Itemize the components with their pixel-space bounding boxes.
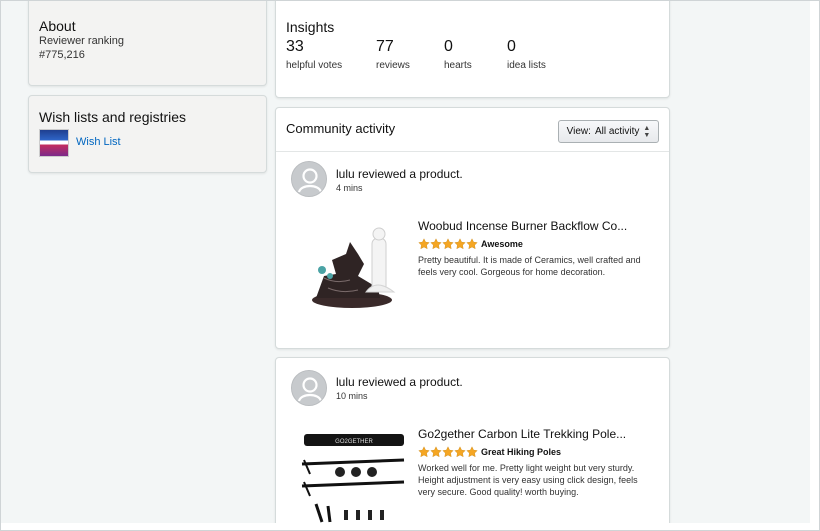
user-avatar-icon bbox=[292, 162, 326, 196]
avatar[interactable] bbox=[291, 370, 327, 406]
star-rating bbox=[418, 446, 478, 458]
stat-label: hearts bbox=[444, 60, 472, 71]
star-rating bbox=[418, 238, 478, 250]
community-activity-card: Community activity View: All activity ▲ ▼… bbox=[275, 107, 670, 349]
post-headline[interactable]: lulu reviewed a product. bbox=[336, 167, 463, 181]
insights-card: Insights 33 helpful votes 77 reviews 0 h… bbox=[275, 1, 670, 98]
post-time: 4 mins bbox=[336, 183, 363, 193]
about-card: About Reviewer ranking #775,216 bbox=[28, 1, 267, 86]
review-title[interactable]: Great Hiking Poles bbox=[481, 447, 561, 457]
stat-value: 0 bbox=[507, 38, 516, 55]
stat-reviews: 77 reviews bbox=[376, 38, 410, 71]
view-filter-dropdown[interactable]: View: All activity ▲ ▼ bbox=[558, 120, 659, 143]
stat-helpful-votes: 33 helpful votes bbox=[286, 38, 342, 71]
page-right-margin bbox=[810, 1, 819, 530]
wishlists-title: Wish lists and registries bbox=[39, 109, 187, 125]
star-icon bbox=[442, 446, 454, 458]
star-icon bbox=[430, 238, 442, 250]
stat-hearts: 0 hearts bbox=[444, 38, 472, 71]
product-title-link[interactable]: Go2gether Carbon Lite Trekking Pole... bbox=[418, 427, 648, 441]
community-title: Community activity bbox=[286, 121, 396, 136]
avatar[interactable] bbox=[291, 161, 327, 197]
about-title: About bbox=[39, 18, 76, 34]
reviewer-ranking-value: #775,216 bbox=[39, 49, 85, 61]
sort-caret-icon: ▲ ▼ bbox=[643, 124, 651, 139]
star-icon bbox=[466, 238, 478, 250]
review-title[interactable]: Awesome bbox=[481, 239, 523, 249]
stat-value: 0 bbox=[444, 38, 453, 55]
reviewer-ranking-label: Reviewer ranking bbox=[39, 35, 124, 47]
stat-value: 77 bbox=[376, 38, 394, 55]
divider bbox=[276, 151, 669, 152]
stat-value: 33 bbox=[286, 38, 304, 55]
star-icon bbox=[454, 446, 466, 458]
stat-label: helpful votes bbox=[286, 60, 343, 71]
post-time: 10 mins bbox=[336, 391, 368, 401]
star-icon bbox=[430, 446, 442, 458]
star-icon bbox=[466, 446, 478, 458]
stat-label: reviews bbox=[376, 60, 410, 71]
post-headline[interactable]: lulu reviewed a product. bbox=[336, 375, 463, 389]
insights-title: Insights bbox=[286, 19, 335, 35]
review-body: Pretty beautiful. It is made of Ceramics… bbox=[418, 255, 641, 277]
stat-idea-lists: 0 idea lists bbox=[507, 38, 546, 71]
view-value: All activity bbox=[594, 126, 640, 137]
wish-list-thumbnail[interactable] bbox=[39, 129, 69, 157]
star-icon bbox=[454, 238, 466, 250]
star-icon bbox=[442, 238, 454, 250]
view-label: View: bbox=[566, 126, 591, 137]
trekking-poles-image[interactable]: GO2GETHER bbox=[300, 430, 408, 526]
activity-post: lulu reviewed a product. 10 mins GO2GETH… bbox=[275, 357, 670, 530]
brand-text: GO2GETHER bbox=[335, 439, 373, 445]
product-title-link[interactable]: Woobud Incense Burner Backflow Co... bbox=[418, 219, 648, 233]
incense-burner-image[interactable] bbox=[306, 218, 404, 314]
wish-list-link[interactable]: Wish List bbox=[76, 136, 121, 148]
profile-page: About Reviewer ranking #775,216 Wish lis… bbox=[0, 0, 820, 531]
page-bottom-margin bbox=[1, 523, 819, 530]
star-icon bbox=[418, 446, 430, 458]
stat-label: idea lists bbox=[507, 60, 546, 71]
review-body: Worked well for me. Pretty light weight … bbox=[418, 463, 638, 497]
user-avatar-icon bbox=[292, 371, 326, 405]
wishlists-card: Wish lists and registries Wish List bbox=[28, 95, 267, 173]
star-icon bbox=[418, 238, 430, 250]
